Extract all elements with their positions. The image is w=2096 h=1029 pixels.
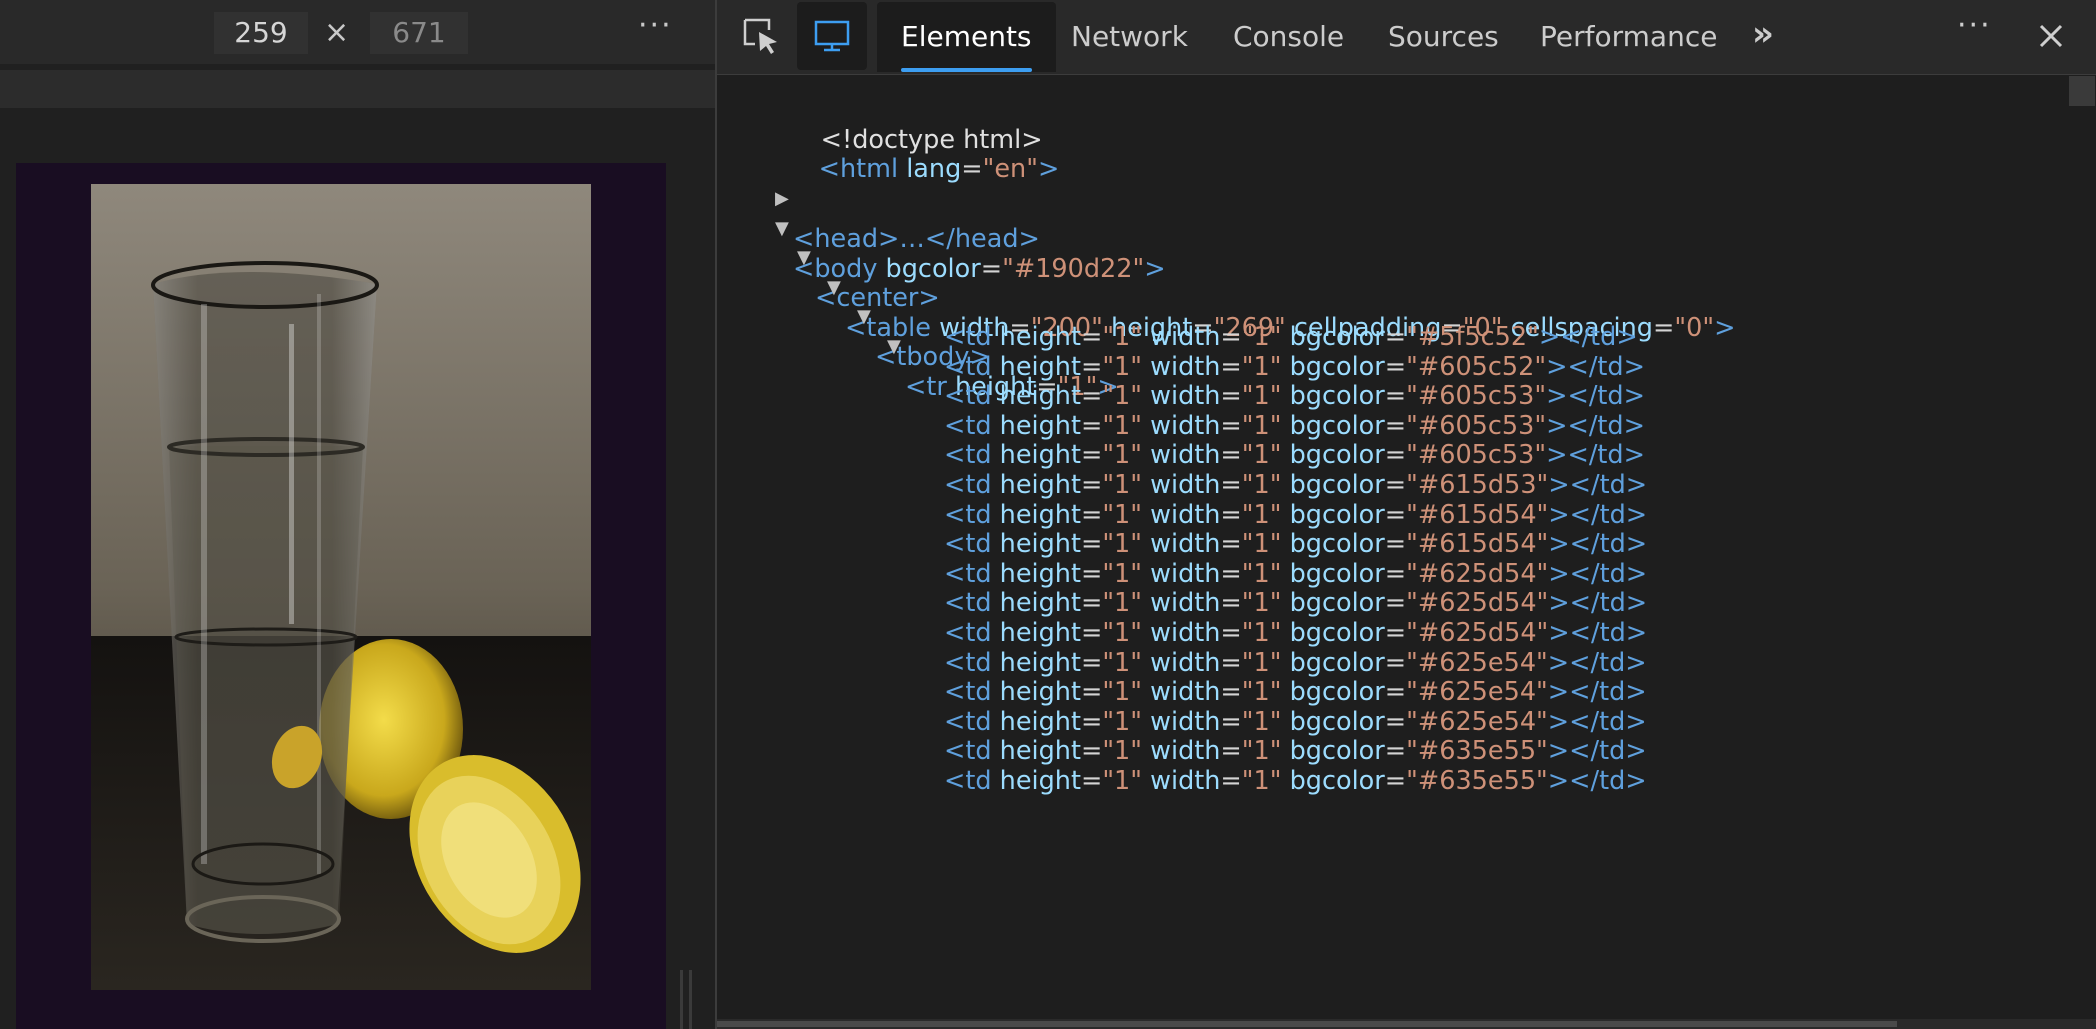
collapse-triangle-icon[interactable]: ▼ [827,268,843,308]
tag-name: <td [944,766,992,796]
tab-network[interactable]: Network [1071,2,1188,72]
media-query-ruler [0,70,715,108]
device-height-input[interactable]: 671 [370,12,468,54]
tag-close: > [1144,254,1166,284]
page-rendered-image [91,184,591,990]
attr-value: "1" [1102,766,1143,796]
tab-performance[interactable]: Performance [1540,2,1717,72]
devtools-more-options-button[interactable]: ··· [1957,8,1992,43]
collapse-triangle-icon[interactable]: ▼ [857,297,873,337]
tag-close: > [1037,154,1060,184]
tab-console[interactable]: Console [1233,2,1344,72]
tag-close: ></td> [1547,766,1647,796]
elements-dom-tree: <!doctype html> <html lang="en"> ▶ <head… [717,80,2057,1020]
vertical-scrollbar[interactable] [2062,78,2096,1029]
viewport-resize-handle[interactable] [680,970,694,1029]
attr-name: height [999,766,1081,796]
device-width-input[interactable]: 259 [214,12,308,54]
attr-value: "#190d22" [1002,254,1145,284]
tag-close: > [1714,313,1736,343]
devtools-toolbar: Elements Network Console Sources Perform… [717,0,2096,75]
attr-name: lang [906,154,962,184]
attr-value: "0" [1674,313,1715,343]
device-emulation-icon[interactable] [797,2,867,70]
tag-name: <html [818,154,899,184]
inspect-element-icon[interactable] [731,0,791,72]
dom-node-tr[interactable]: ▼ <tr height="1"> [887,287,1119,402]
dom-node-td[interactable]: <td height="1" width="1" bgcolor="#635e5… [944,761,1647,801]
devtools-panel: Elements Network Console Sources Perform… [717,0,2096,1029]
device-emulation-pane: 259 × 671 ··· [0,0,715,1029]
attr-name: bgcolor [1289,766,1385,796]
dimension-separator: × [324,15,350,50]
tab-sources[interactable]: Sources [1388,2,1499,72]
close-icon[interactable] [2033,18,2069,54]
attr-name: width [1150,766,1221,796]
vertical-scrollbar-thumb[interactable] [2069,76,2095,106]
collapse-triangle-icon[interactable]: ▼ [797,238,813,278]
more-tabs-button[interactable]: » [1752,14,1774,54]
horizontal-scrollbar-thumb[interactable] [717,1021,1897,1027]
attr-value: "en" [982,154,1038,184]
attr-value: "1" [1241,766,1282,796]
device-dimensions-bar: 259 × 671 ··· [0,0,715,64]
tag-name: <tr [905,372,947,402]
tab-elements[interactable]: Elements [877,2,1056,72]
device-more-options-button[interactable]: ··· [638,8,673,43]
collapse-triangle-icon[interactable]: ▼ [887,327,903,367]
attr-value: "#635e55" [1406,766,1548,796]
collapse-triangle-icon[interactable]: ▼ [775,209,791,249]
